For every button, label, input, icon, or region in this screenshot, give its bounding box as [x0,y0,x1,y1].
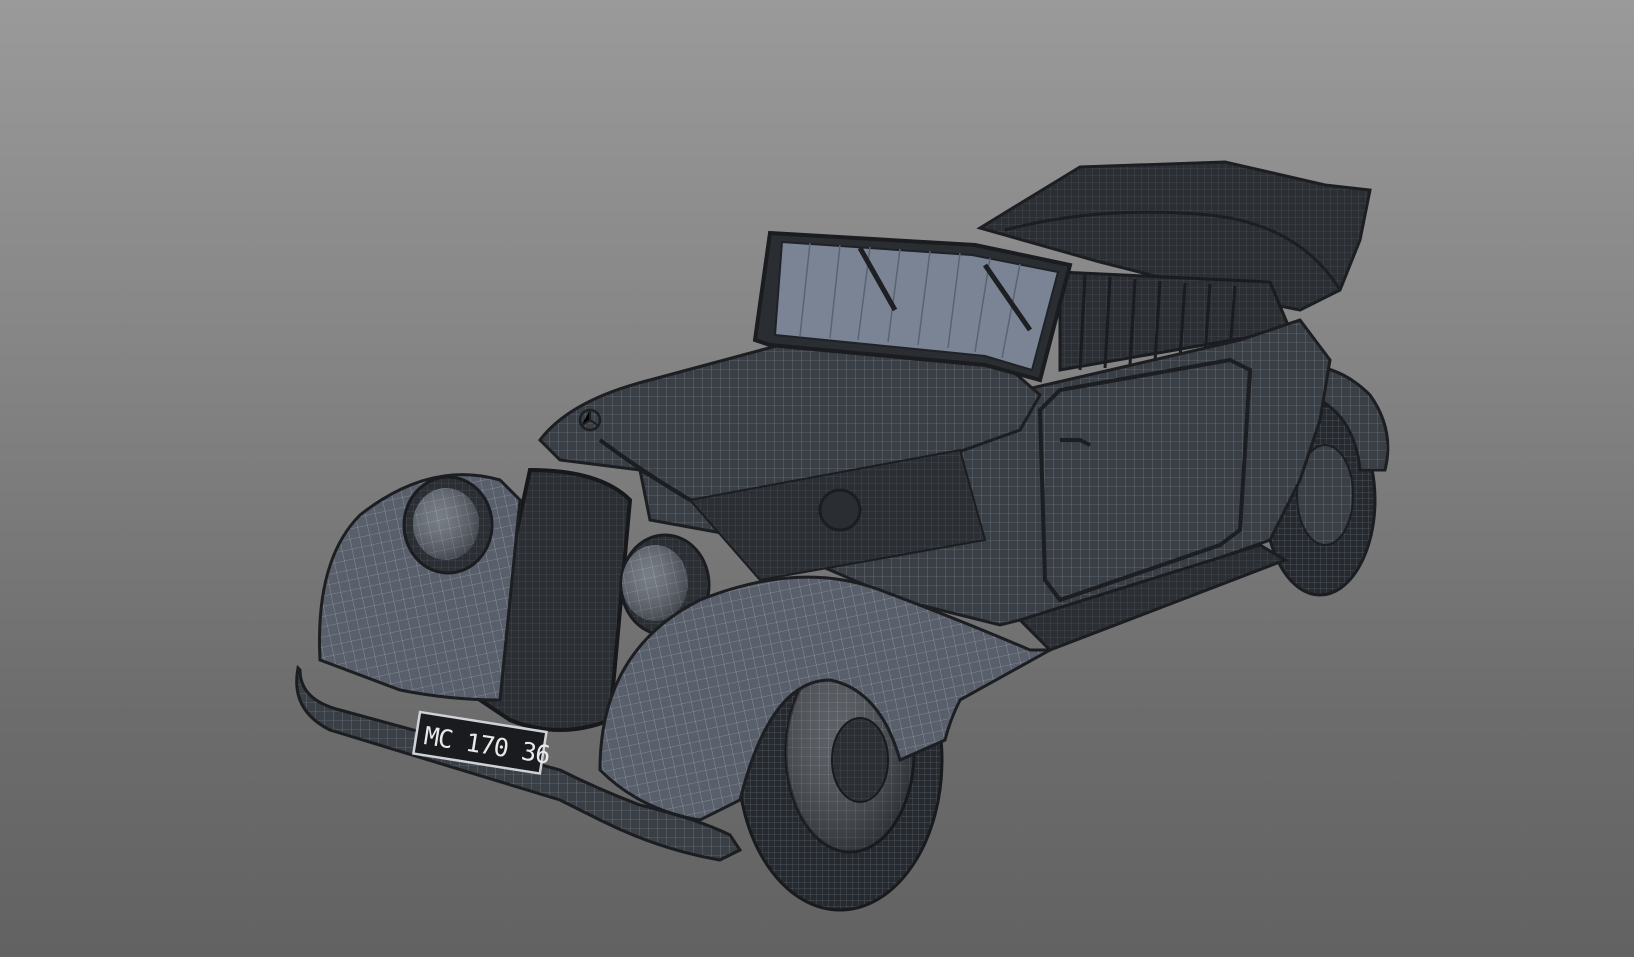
car-model-render[interactable]: MC 170 36 [0,0,1634,957]
left-headlight [402,475,494,575]
3d-viewport[interactable]: MC 170 36 [0,0,1634,957]
